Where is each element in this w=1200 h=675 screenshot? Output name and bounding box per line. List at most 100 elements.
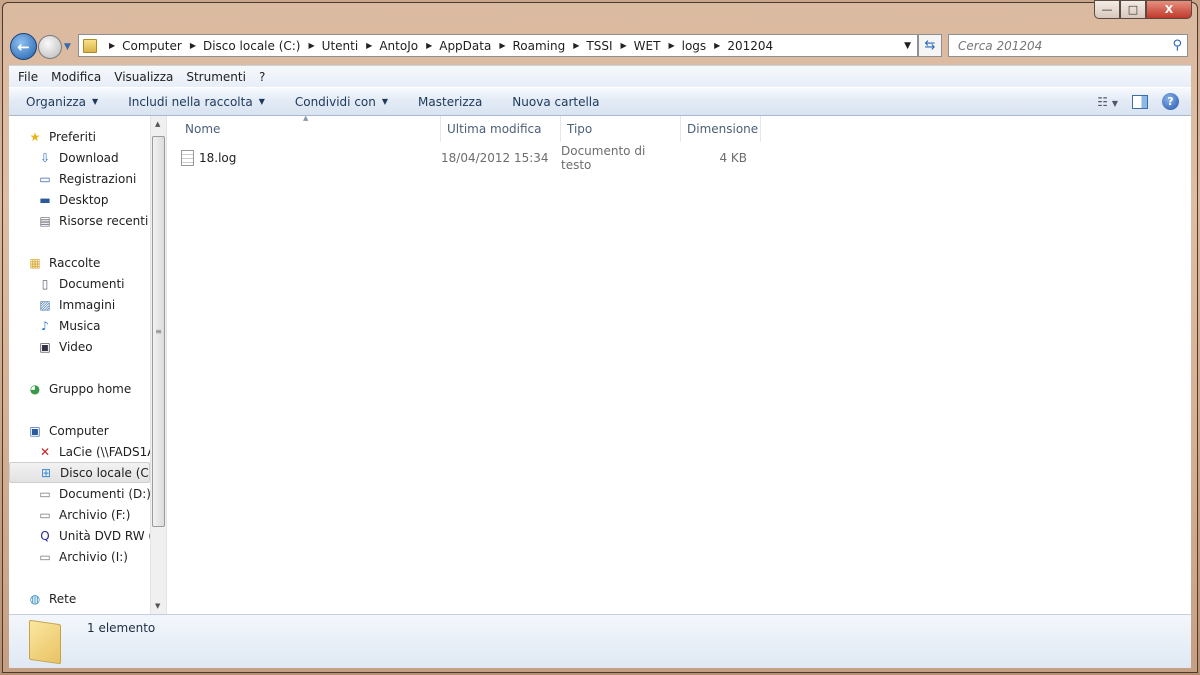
search-icon[interactable]: ⚲ (1172, 38, 1182, 53)
breadcrumb-item[interactable]: AppData (439, 39, 491, 53)
sidebar-item-label: Unità DVD RW (G (59, 528, 150, 543)
chevron-right-icon[interactable]: ▶ (573, 41, 579, 50)
breadcrumb-item[interactable]: WET (634, 39, 661, 53)
chevron-right-icon[interactable]: ▶ (621, 41, 627, 50)
sidebar-item-download[interactable]: ⇩ Download (9, 147, 150, 168)
search-input[interactable]: Cerca 201204 ⚲ (948, 34, 1188, 57)
sidebar-item-rete[interactable]: ◍ Rete (9, 588, 150, 609)
sidebar-item-label: Musica (59, 318, 101, 333)
file-row[interactable]: 18.log 18/04/2012 15:34 Documento di tes… (167, 144, 747, 172)
sidebar-item-disco-locale-c[interactable]: ⊞ Disco locale (C:) (9, 462, 150, 483)
music-icon: ♪ (41, 318, 49, 333)
menu-file[interactable]: File (18, 70, 38, 84)
chevron-right-icon[interactable]: ▶ (366, 41, 372, 50)
column-type[interactable]: Tipo (561, 116, 681, 142)
sidebar-item-label: Risorse recenti (59, 213, 149, 228)
sidebar-item-lacie-fads1a[interactable]: ✕ LaCie (\\FADS1A\ (9, 441, 150, 462)
menu-tools[interactable]: Strumenti (186, 70, 246, 84)
chevron-down-icon: ▼ (258, 97, 265, 106)
refresh-button[interactable]: ⇆ (918, 34, 942, 57)
scroll-down-icon[interactable]: ▼ (155, 602, 160, 610)
sidebar-item-label: Raccolte (49, 255, 101, 270)
back-button[interactable]: ← (10, 33, 37, 60)
address-bar[interactable]: ▶ Computer ▶ Disco locale (C:) ▶ Utenti ▶ AntoJ… (78, 34, 918, 57)
sidebar-item-desktop[interactable]: ▬ Desktop (9, 189, 150, 210)
scrollbar-thumb[interactable]: ≡ (152, 136, 165, 527)
close-button[interactable]: X (1146, 0, 1192, 19)
minimize-button[interactable]: — (1094, 0, 1120, 19)
star-icon: ★ (29, 129, 41, 144)
change-view-icon[interactable]: ☷ ▼ (1097, 95, 1118, 109)
sidebar-item-label: Computer (49, 423, 109, 438)
include-label: Includi nella raccolta (128, 94, 253, 109)
menu-view[interactable]: Visualizza (114, 70, 173, 84)
breadcrumb-item[interactable]: Disco locale (C:) (203, 39, 301, 53)
chevron-right-icon[interactable]: ▶ (499, 41, 505, 50)
sidebar-item-risorse-recenti[interactable]: ▤ Risorse recenti (9, 210, 150, 231)
chevron-down-icon[interactable]: ▼ (904, 41, 911, 51)
sort-ascending-icon: ▲ (303, 114, 309, 122)
menu-help[interactable]: ? (259, 70, 265, 84)
navigation-scrollbar[interactable]: ▲ ≡ ▼ (150, 116, 166, 614)
network-drive-disconnected-icon: ✕ (39, 444, 51, 459)
breadcrumb-item[interactable]: AntoJo (379, 39, 418, 53)
forward-button[interactable] (38, 34, 62, 59)
sidebar-item-video[interactable]: ▣ Video (9, 336, 150, 357)
sidebar-item-archivio-f[interactable]: ▭ Archivio (F:) (9, 504, 150, 525)
sidebar-item-documenti[interactable]: ▯ Documenti (9, 273, 150, 294)
chevron-right-icon[interactable]: ▶ (426, 41, 432, 50)
help-icon[interactable]: ? (1162, 93, 1179, 110)
sidebar-item-documenti-d[interactable]: ▭ Documenti (D:) (9, 483, 150, 504)
sidebar-item-label: Immagini (59, 297, 116, 312)
sidebar-item-gruppo-home[interactable]: ◕ Gruppo home (9, 378, 150, 399)
sidebar-item-archivio-i[interactable]: ▭ Archivio (I:) (9, 546, 150, 567)
file-name: 18.log (199, 151, 237, 165)
preview-pane-icon[interactable] (1132, 94, 1148, 109)
breadcrumb-item[interactable]: TSSI (586, 39, 612, 53)
sidebar-item-unit-dvd-rw-g[interactable]: Q Unità DVD RW (G (9, 525, 150, 546)
navigation-pane: ★ Preferiti ⇩ Download ▭ Registrazioni ▬ Deskto… (9, 116, 150, 614)
column-size[interactable]: Dimensione (681, 116, 761, 142)
organize-button[interactable]: Organizza ▼ (26, 95, 98, 109)
sidebar-item-musica[interactable]: ♪ Musica (9, 315, 150, 336)
chevron-right-icon[interactable]: ▶ (668, 41, 674, 50)
sidebar-item-label: Download (59, 150, 119, 165)
navigation-buttons: ← ▼ (10, 33, 71, 60)
computer-icon: ▣ (29, 423, 41, 438)
chevron-right-icon[interactable]: ▶ (109, 41, 115, 50)
sidebar-item-label: Disco locale (C:) (60, 465, 150, 480)
breadcrumb-item[interactable]: Computer (122, 39, 182, 53)
drive-icon: ▭ (39, 486, 51, 501)
organize-label: Organizza (26, 94, 87, 109)
sidebar-item-immagini[interactable]: ▨ Immagini (9, 294, 150, 315)
sidebar-item-raccolte[interactable]: ▦ Raccolte (9, 252, 150, 273)
column-modified[interactable]: Ultima modifica (441, 116, 561, 142)
library-icon: ▦ (29, 255, 41, 270)
menu-edit[interactable]: Modifica (51, 70, 101, 84)
chevron-right-icon[interactable]: ▶ (190, 41, 196, 50)
share-with-button[interactable]: Condividi con ▼ (295, 95, 388, 109)
search-placeholder: Cerca 201204 (958, 38, 1043, 53)
breadcrumb-item[interactable]: Roaming (513, 39, 566, 53)
chevron-down-icon: ▼ (381, 97, 389, 106)
new-folder-button[interactable]: Nuova cartella (512, 95, 599, 109)
folder-icon (83, 38, 97, 53)
scroll-up-icon[interactable]: ▲ (155, 120, 160, 128)
column-name[interactable]: Nome ▲ (167, 114, 441, 142)
refresh-icon: ⇆ (924, 38, 936, 53)
chevron-right-icon[interactable]: ▶ (714, 41, 720, 50)
burn-button[interactable]: Masterizza (418, 95, 482, 109)
sidebar-item-registrazioni[interactable]: ▭ Registrazioni (9, 168, 150, 189)
breadcrumb-item[interactable]: logs (682, 39, 707, 53)
breadcrumb-item[interactable]: Utenti (322, 39, 359, 53)
sidebar-item-label: Archivio (F:) (59, 507, 131, 522)
command-bar: Organizza ▼ Includi nella raccolta ▼ Condi… (9, 87, 1191, 116)
recent-icon: ▤ (39, 213, 51, 228)
breadcrumb-item[interactable]: 201204 (727, 39, 773, 53)
include-in-library-button[interactable]: Includi nella raccolta ▼ (128, 95, 265, 109)
sidebar-item-preferiti[interactable]: ★ Preferiti (9, 126, 150, 147)
chevron-right-icon[interactable]: ▶ (309, 41, 315, 50)
sidebar-item-computer[interactable]: ▣ Computer (9, 420, 150, 441)
maximize-button[interactable]: □ (1120, 0, 1146, 19)
recent-pages-dropdown[interactable]: ▼ (64, 42, 71, 52)
